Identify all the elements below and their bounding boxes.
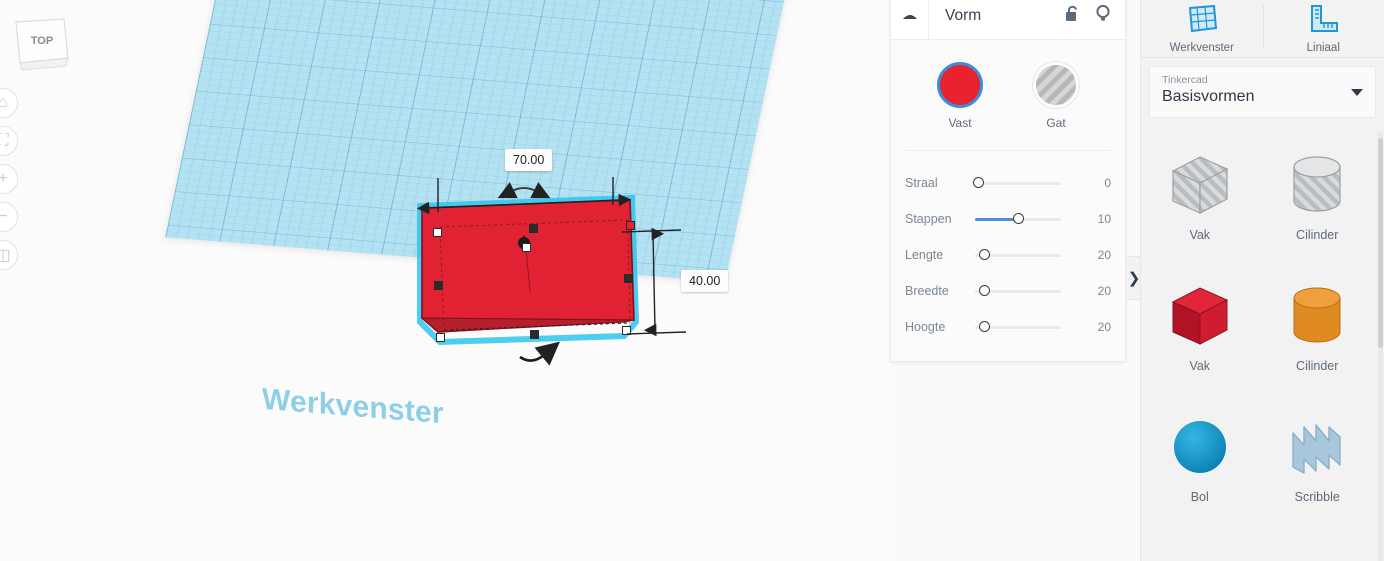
tool-werkvenster[interactable]: Werkvenster bbox=[1141, 0, 1263, 57]
slider-row-stappen: Stappen 10 bbox=[905, 201, 1111, 237]
shape-library-panel: Werkvenster Liniaal Tinkercad Basisvorme… bbox=[1140, 0, 1384, 561]
slider-track-straal[interactable] bbox=[973, 177, 1061, 188]
dropdown-sublabel: Tinkercad bbox=[1162, 74, 1208, 86]
library-item-scribble[interactable]: Scribble bbox=[1259, 400, 1377, 529]
workplane-grid-icon bbox=[1186, 4, 1218, 39]
slider-value-hoogte: 20 bbox=[1097, 320, 1111, 334]
hole-swatch-icon[interactable] bbox=[1033, 62, 1079, 108]
zoom-in-button[interactable]: + bbox=[0, 164, 18, 194]
slider-track-stappen[interactable] bbox=[975, 213, 1061, 224]
library-item-label: Scribble bbox=[1294, 490, 1340, 504]
sphere-icon bbox=[1163, 410, 1237, 484]
lightbulb-icon[interactable] bbox=[1095, 4, 1111, 28]
slider-value-breedte: 20 bbox=[1097, 284, 1111, 298]
tool-liniaal-label: Liniaal bbox=[1306, 41, 1340, 54]
slider-knob-breedte[interactable] bbox=[979, 285, 990, 296]
resize-handle-edge-right[interactable] bbox=[624, 274, 633, 283]
navigation-buttons[interactable]: ⌂ ⛶ + − ◫ bbox=[0, 88, 18, 278]
chevron-down-icon[interactable] bbox=[1351, 89, 1363, 96]
perspective-toggle-button[interactable]: ◫ bbox=[0, 240, 18, 270]
view-cube[interactable]: TOP bbox=[8, 14, 74, 74]
library-item-cone[interactable] bbox=[1259, 531, 1377, 561]
shape-sliders: Straal 0 Stappen 10 Lengte 20 Breedte 20… bbox=[891, 151, 1125, 345]
slider-knob-hoogte[interactable] bbox=[979, 321, 990, 332]
shape-panel-title: Vorm bbox=[945, 6, 982, 24]
scribble-icon bbox=[1280, 410, 1354, 484]
collapse-panel-button[interactable] bbox=[891, 0, 929, 39]
view-cube-label: TOP bbox=[31, 35, 53, 47]
slider-track-breedte[interactable] bbox=[975, 285, 1061, 296]
library-shape-grid: Vak Cilinder Vak Cilinder Bol Scribble bbox=[1141, 132, 1376, 561]
shape-properties-panel: Vorm Vast Gat Straal 0 Stappen 10 Lengte… bbox=[890, 0, 1126, 362]
cone-icon bbox=[1280, 541, 1354, 561]
slider-track-lengte[interactable] bbox=[975, 249, 1061, 260]
home-view-button[interactable]: ⌂ bbox=[0, 88, 18, 118]
tool-werkvenster-label: Werkvenster bbox=[1169, 41, 1234, 54]
cylinder-hole-icon bbox=[1280, 148, 1354, 222]
zoom-out-button[interactable]: − bbox=[0, 202, 18, 232]
library-item-label: Cilinder bbox=[1296, 359, 1339, 373]
library-item-bol[interactable]: Bol bbox=[1141, 400, 1259, 529]
fit-view-button[interactable]: ⛶ bbox=[0, 126, 18, 156]
resize-handle-corner-tr[interactable] bbox=[626, 221, 635, 230]
resize-handle-corner-br[interactable] bbox=[622, 326, 631, 335]
library-item-vak-hole[interactable]: Vak bbox=[1141, 138, 1259, 267]
slider-knob-straal[interactable] bbox=[973, 177, 984, 188]
height-handle[interactable] bbox=[522, 243, 531, 252]
slider-knob-stappen[interactable] bbox=[1013, 213, 1024, 224]
library-item-vak[interactable]: Vak bbox=[1141, 269, 1259, 398]
slider-value-stappen: 10 bbox=[1097, 212, 1111, 226]
resize-handle-edge-top[interactable] bbox=[529, 224, 538, 233]
library-collection-dropdown[interactable]: Tinkercad Basisvormen bbox=[1149, 66, 1376, 118]
resize-handle-edge-left[interactable] bbox=[434, 281, 443, 290]
slider-track-hoogte[interactable] bbox=[975, 321, 1061, 332]
dimension-depth-label[interactable]: 40.00 bbox=[681, 270, 729, 292]
slider-value-straal: 0 bbox=[1104, 176, 1111, 190]
resize-handle-corner-tl[interactable] bbox=[433, 228, 442, 237]
collapse-triangle-icon bbox=[902, 14, 917, 19]
mode-solid-label: Vast bbox=[948, 116, 972, 130]
library-item-label: Vak bbox=[1189, 228, 1211, 242]
slider-row-hoogte: Hoogte 20 bbox=[905, 309, 1111, 345]
library-item-label: Bol bbox=[1190, 490, 1209, 504]
library-item-pyramid[interactable] bbox=[1141, 531, 1259, 561]
pyramid-icon bbox=[1163, 541, 1237, 561]
dimension-width-label[interactable]: 70.00 bbox=[505, 149, 553, 171]
box-icon bbox=[1163, 279, 1237, 353]
resize-handle-edge-bottom[interactable] bbox=[530, 330, 539, 339]
slider-label-stappen: Stappen bbox=[905, 212, 952, 226]
tinkercad-editor: Werkvenster 70.00 40.00 TOP ⌂ ⛶ + − ◫ Vo… bbox=[0, 0, 1384, 561]
chevron-right-icon: ❯ bbox=[1127, 270, 1141, 287]
library-item-cilinder-hole[interactable]: Cilinder bbox=[1259, 138, 1377, 267]
slider-label-straal: Straal bbox=[905, 176, 938, 190]
library-item-cilinder[interactable]: Cilinder bbox=[1259, 269, 1377, 398]
slider-knob-lengte[interactable] bbox=[979, 249, 990, 260]
slider-label-breedte: Breedte bbox=[905, 284, 949, 298]
3d-canvas[interactable]: Werkvenster 70.00 40.00 TOP ⌂ ⛶ + − ◫ bbox=[0, 0, 890, 561]
library-tools: Werkvenster Liniaal bbox=[1141, 0, 1384, 58]
slider-label-lengte: Lengte bbox=[905, 248, 944, 262]
library-item-label: Vak bbox=[1189, 359, 1211, 373]
mode-solid[interactable]: Vast bbox=[931, 62, 989, 130]
selected-shape-box[interactable] bbox=[417, 194, 640, 346]
library-scrollbar-thumb[interactable] bbox=[1378, 138, 1383, 348]
tool-liniaal[interactable]: Liniaal bbox=[1262, 0, 1384, 57]
resize-handle-corner-bl[interactable] bbox=[436, 333, 445, 342]
solid-swatch-icon[interactable] bbox=[937, 62, 983, 108]
shape-panel-header: Vorm bbox=[891, 0, 1125, 40]
mode-hole-label: Gat bbox=[1046, 116, 1066, 130]
slider-row-lengte: Lengte 20 bbox=[905, 237, 1111, 273]
mode-hole[interactable]: Gat bbox=[1027, 62, 1085, 130]
slider-row-breedte: Breedte 20 bbox=[905, 273, 1111, 309]
dropdown-value: Basisvormen bbox=[1162, 88, 1255, 105]
box-hole-icon bbox=[1163, 148, 1237, 222]
cylinder-icon bbox=[1280, 279, 1354, 353]
slider-row-straal: Straal 0 bbox=[905, 165, 1111, 201]
shape-mode-selector: Vast Gat bbox=[891, 40, 1125, 144]
slider-label-hoogte: Hoogte bbox=[905, 320, 946, 334]
library-item-label: Cilinder bbox=[1296, 228, 1339, 242]
slider-value-lengte: 20 bbox=[1097, 248, 1111, 262]
unlock-icon[interactable] bbox=[1064, 4, 1081, 28]
ruler-icon bbox=[1307, 4, 1339, 39]
